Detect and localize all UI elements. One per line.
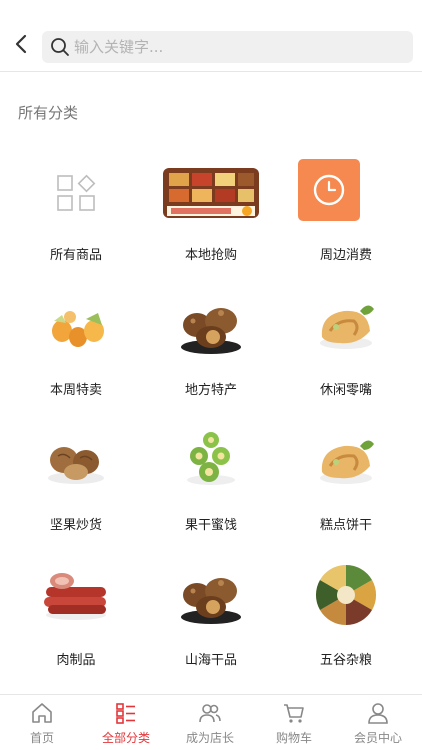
- category-item[interactable]: 地方特产: [141, 285, 281, 405]
- clock-icon: [298, 159, 360, 221]
- back-arrow-icon[interactable]: [8, 30, 36, 58]
- food-platter-image: [161, 156, 261, 224]
- category-label: 周边消费: [319, 248, 372, 263]
- category-item[interactable]: 本周特卖: [6, 285, 146, 405]
- users-icon: [198, 701, 222, 725]
- pastry-image: [310, 426, 382, 494]
- tab-all-categories[interactable]: 全部分类: [84, 695, 168, 750]
- category-label: 果干蜜饯: [184, 518, 237, 533]
- category-list-icon: [114, 701, 138, 725]
- tab-label: 首页: [29, 731, 54, 745]
- tab-label: 会员中心: [353, 731, 402, 745]
- category-page: 所有分类 所有商品: [0, 0, 422, 750]
- category-item[interactable]: 五谷杂粮: [276, 555, 416, 675]
- category-label: 肉制品: [56, 653, 96, 668]
- category-item[interactable]: 坚果炒货: [6, 420, 146, 540]
- category-label: 地方特产: [184, 383, 237, 398]
- search-icon: [50, 37, 70, 57]
- pastry-image: [310, 291, 382, 359]
- search-input[interactable]: [74, 31, 404, 63]
- bottom-tab-bar: 首页 全部分类 成为店长 购物车 会员中心: [0, 694, 422, 750]
- walnut-image: [40, 426, 112, 494]
- tab-label: 全部分类: [101, 731, 150, 745]
- tab-member-center[interactable]: 会员中心: [336, 695, 420, 750]
- category-label: 坚果炒货: [49, 518, 102, 533]
- tab-become-manager[interactable]: 成为店长: [168, 695, 252, 750]
- category-label: 所有商品: [49, 248, 102, 263]
- category-item[interactable]: 果干蜜饯: [141, 420, 281, 540]
- sausage-image: [40, 561, 112, 629]
- category-item[interactable]: 休闲零嘴: [276, 285, 416, 405]
- category-label: 糕点饼干: [319, 518, 372, 533]
- header: [0, 0, 422, 72]
- section-title: 所有分类: [18, 104, 79, 122]
- mushroom-image: [175, 561, 247, 629]
- cart-icon: [282, 701, 306, 725]
- category-label: 本周特卖: [49, 383, 102, 398]
- category-item[interactable]: 肉制品: [6, 555, 146, 675]
- category-item[interactable]: 山海干品: [141, 555, 281, 675]
- kiwi-image: [175, 426, 247, 494]
- tab-label: 成为店长: [185, 731, 234, 745]
- search-bar[interactable]: [42, 31, 413, 63]
- category-label: 本地抢购: [184, 248, 237, 263]
- category-item[interactable]: 周边消费: [276, 150, 416, 270]
- category-label: 休闲零嘴: [319, 383, 372, 398]
- category-item[interactable]: 糕点饼干: [276, 420, 416, 540]
- grid-icon: [40, 156, 112, 224]
- mushroom-image: [175, 291, 247, 359]
- category-item[interactable]: 本地抢购: [141, 150, 281, 270]
- category-label: 山海干品: [184, 653, 237, 668]
- category-item[interactable]: 所有商品: [6, 150, 146, 270]
- tab-cart[interactable]: 购物车: [252, 695, 336, 750]
- user-icon: [366, 701, 390, 725]
- grains-image: [310, 561, 382, 629]
- home-icon: [30, 701, 54, 725]
- fruit-image: [40, 291, 112, 359]
- category-label: 五谷杂粮: [319, 653, 372, 668]
- tab-home[interactable]: 首页: [0, 695, 84, 750]
- tab-label: 购物车: [275, 731, 312, 745]
